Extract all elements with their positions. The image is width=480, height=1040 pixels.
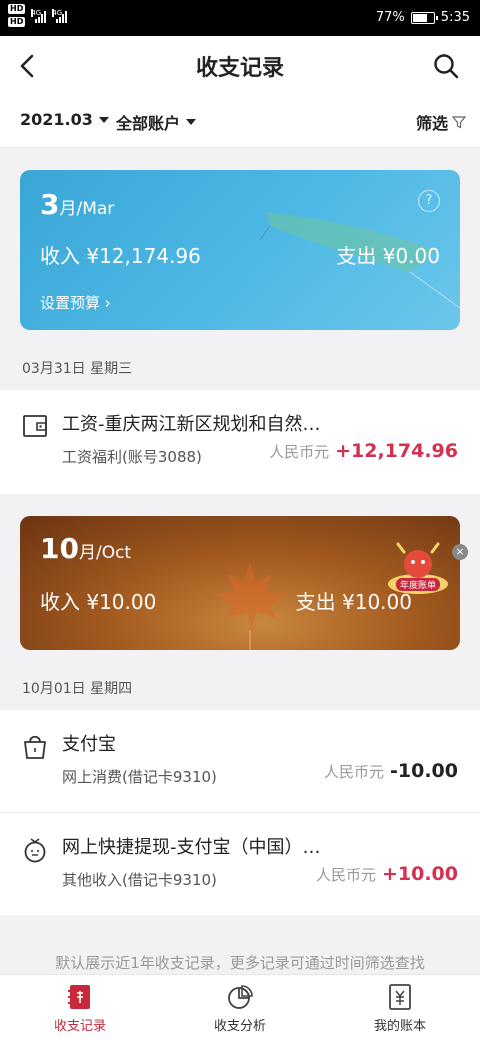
transaction-amount-group: 人民币元 -10.00	[324, 760, 458, 782]
signal-icon: 4G	[52, 8, 68, 23]
battery-percent: 77%	[375, 10, 405, 25]
status-right: 77% 5:35	[376, 10, 470, 25]
account-selector-label: 全部账户	[116, 114, 181, 133]
month-selector[interactable]: 2021.03	[20, 110, 109, 129]
card-month-title: 10月/Oct	[40, 532, 131, 565]
search-icon[interactable]	[432, 52, 460, 80]
hd-badge: HD	[8, 4, 26, 14]
ledger-icon	[68, 985, 90, 1009]
maple-leaf-decoration-icon	[214, 562, 286, 650]
account-book-icon	[389, 984, 411, 1010]
card-month-unit: 月/Mar	[59, 199, 115, 219]
card-expense: 支出 ¥0.00	[336, 244, 440, 268]
transaction-subtitle: 网上消费(借记卡9310)	[62, 768, 217, 786]
transaction-amount: +10.00	[381, 863, 458, 885]
transaction-row[interactable]: 支付宝 网上消费(借记卡9310) 人民币元 -10.00	[0, 710, 480, 812]
month-summary-card-march: 3月/Mar ? 收入 ¥12,174.96 支出 ¥0.00 设置预算 ›	[20, 170, 460, 330]
transaction-title: 网上快捷提现-支付宝（中国）…	[62, 837, 321, 858]
card-income: 收入 ¥12,174.96	[40, 244, 201, 268]
transaction-currency: 人民币元	[269, 443, 330, 461]
status-bar: HD HD 4G 4G 77% 5:35	[0, 0, 480, 36]
battery-icon	[410, 11, 438, 24]
filter-button-label: 筛选	[415, 114, 448, 133]
card-month-unit: 月/Oct	[78, 543, 132, 563]
nav-item-analysis[interactable]: 收支分析	[180, 983, 300, 1034]
nav-item-label: 收支记录	[53, 1019, 106, 1034]
transaction-currency: 人民币元	[324, 763, 385, 781]
date-header: 03月31日 星期三	[22, 361, 133, 377]
transaction-row[interactable]: 工资-重庆两江新区规划和自然… 工资福利(账号3088) 人民币元 +12,17…	[0, 390, 480, 494]
wallet-icon	[23, 415, 47, 437]
network-type: 4G	[52, 8, 63, 17]
caret-down-icon	[186, 119, 197, 125]
status-left: HD HD 4G 4G	[8, 4, 68, 27]
bottom-nav: 收支记录 收支分析 我的账本	[0, 974, 480, 1040]
card-month-title: 3月/Mar	[40, 188, 114, 221]
transaction-subtitle: 工资福利(账号3088)	[62, 448, 202, 466]
hd-indicators: HD HD	[8, 4, 26, 27]
promo-close-button[interactable]: ×	[452, 544, 468, 560]
filter-bar: 2021.03 全部账户 筛选	[0, 96, 480, 148]
pie-chart-icon	[228, 985, 253, 1009]
caret-down-icon	[98, 116, 109, 123]
account-selector[interactable]: 全部账户	[116, 110, 197, 134]
hd-badge: HD	[8, 17, 26, 27]
set-budget-link[interactable]: 设置预算 ›	[40, 292, 111, 313]
help-icon[interactable]: ?	[418, 190, 440, 212]
nav-item-label: 我的账本	[373, 1019, 426, 1034]
month-selector-label: 2021.03	[20, 110, 93, 129]
card-month-number: 3	[40, 188, 60, 221]
transaction-title: 支付宝	[62, 734, 116, 755]
signal-icon: 4G	[31, 8, 47, 23]
transaction-amount: -10.00	[390, 760, 458, 782]
transaction-amount-group: 人民币元 +12,174.96	[269, 440, 458, 462]
shopping-bag-icon	[24, 735, 46, 759]
transaction-subtitle: 其他收入(借记卡9310)	[62, 871, 217, 889]
battery-fill	[412, 13, 428, 22]
nav-item-label: 收支分析	[213, 1019, 266, 1034]
card-month-number: 10	[40, 532, 79, 565]
money-bag-icon	[24, 838, 46, 863]
transaction-row[interactable]: 网上快捷提现-支付宝（中国）… 其他收入(借记卡9310) 人民币元 +10.0…	[0, 813, 480, 915]
network-type: 4G	[31, 8, 42, 17]
date-header: 10月01日 星期四	[22, 681, 133, 697]
nav-item-account-book[interactable]: 我的账本	[340, 983, 460, 1034]
transaction-amount: +12,174.96	[335, 440, 458, 462]
page-title: 收支记录	[195, 56, 284, 81]
annual-bill-badge-icon[interactable]: 年度账单	[384, 538, 452, 598]
footer-note: 默认展示近1年收支记录，更多记录可通过时间筛选查找	[55, 954, 425, 972]
nav-item-records[interactable]: 收支记录	[20, 983, 140, 1034]
transaction-title: 工资-重庆两江新区规划和自然…	[62, 414, 321, 435]
filter-button[interactable]: 筛选	[416, 110, 466, 134]
app-header: 收支记录	[0, 36, 480, 96]
clock: 5:35	[440, 10, 470, 25]
annual-bill-badge-text: 年度账单	[400, 579, 436, 591]
funnel-icon	[452, 116, 466, 129]
card-income: 收入 ¥10.00	[40, 590, 157, 614]
transaction-amount-group: 人民币元 +10.00	[316, 863, 458, 885]
transaction-currency: 人民币元	[315, 866, 376, 884]
